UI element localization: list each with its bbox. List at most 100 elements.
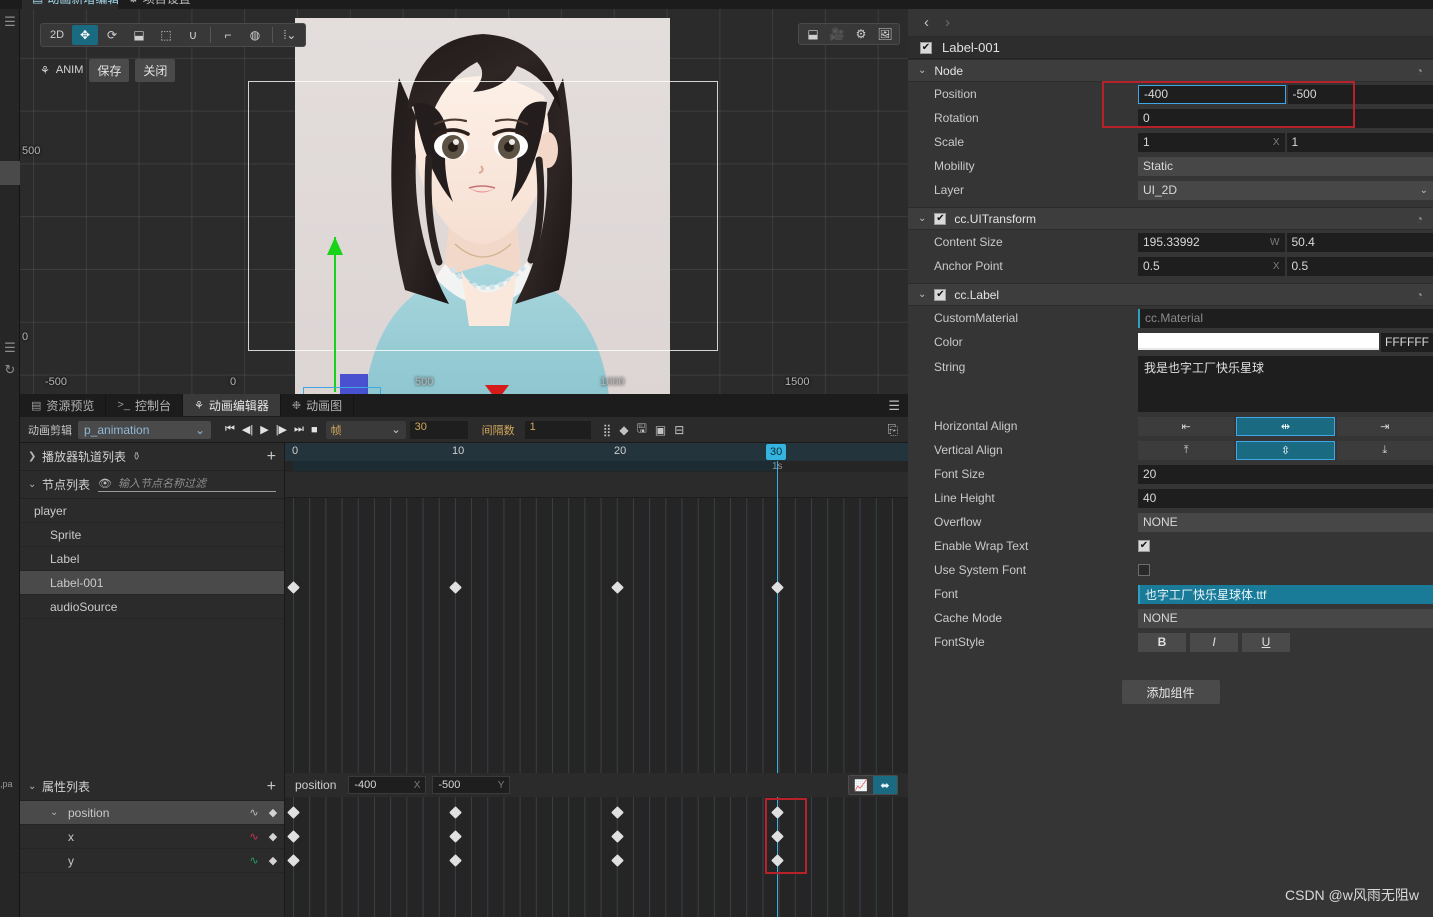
chevron-down-icon[interactable]: ⌄ (918, 213, 926, 224)
anim-tool-icons[interactable]: ⣿ ◆ 🖫 ▣ ⊟ (603, 419, 685, 440)
panel-menu-icon[interactable]: ☰ (888, 398, 900, 414)
chevron-right-icon[interactable]: ❯ (28, 451, 42, 462)
save-icon[interactable]: 🖫 (637, 419, 647, 440)
keyframe-icon[interactable]: ◆ (262, 806, 284, 819)
node-row-label[interactable]: Label (20, 547, 284, 571)
keyframe-row-position[interactable] (285, 801, 908, 825)
keyframe-icon[interactable] (449, 581, 462, 594)
close-button[interactable]: 关闭 (135, 58, 176, 82)
position-x-field[interactable]: -400 (1138, 84, 1286, 104)
scale-tool-icon[interactable]: ⬓ (126, 25, 152, 45)
keyframe-row-y[interactable] (285, 849, 908, 873)
tab-asset-preview[interactable]: ▤ 资源预览 (20, 394, 107, 416)
content-size-w-field[interactable]: 195.33992 W (1138, 232, 1285, 252)
list-tool-icon[interactable]: ⦙⌄ (277, 25, 303, 45)
property-row-y[interactable]: y ∿ ◆ (20, 849, 284, 873)
custom-material-field[interactable]: cc.Material (1138, 308, 1433, 328)
player-track-list-header[interactable]: ❯ 播放器轨道列表 ⚱ + (20, 443, 284, 471)
step-forward-icon[interactable]: |▶ (276, 423, 287, 436)
timeline[interactable]: 0 10 20 1s 30 (285, 443, 908, 917)
tab-animation-graph[interactable]: ❉ 动画图 (281, 394, 355, 416)
list-icon[interactable]: ⊟ (674, 423, 684, 437)
back-arrow-icon[interactable]: ‹ (924, 14, 929, 31)
node-filter-input[interactable] (117, 477, 276, 490)
font-asset-field[interactable]: 也字工厂快乐星球体.ttf (1138, 584, 1433, 604)
help-icon[interactable]: ◔ (1416, 288, 1423, 302)
terrain-tool-icon[interactable]: ◍ (242, 25, 268, 45)
keyframe-icon[interactable] (287, 806, 300, 819)
forward-arrow-icon[interactable]: › (945, 14, 950, 31)
scene-view-options[interactable]: ⬓ 🎥 ⚙ 🖼 (798, 23, 900, 45)
label-section-header[interactable]: ⌄ ✔ cc.Label ◔ (908, 283, 1433, 306)
grid-icon[interactable]: ⬓ (802, 25, 824, 43)
help-icon[interactable]: ◔ (1416, 212, 1423, 226)
anchor-x-field[interactable]: 0.5 X (1138, 256, 1285, 276)
skip-end-icon[interactable]: ⏭ (294, 423, 304, 436)
scene-toolbar[interactable]: 2D ✥ ⟳ ⬓ ⬚ ∪ ⌐ ◍ ⦙⌄ (40, 23, 306, 47)
scale-y-field[interactable]: 1 (1286, 132, 1433, 152)
timeline-ruler[interactable]: 0 10 20 (285, 443, 908, 461)
mode-2d-button[interactable]: 2D (43, 25, 71, 45)
cache-mode-select[interactable]: NONE (1138, 608, 1433, 628)
node-filter[interactable]: 👁 (98, 477, 276, 492)
gizmo-y-axis[interactable] (334, 237, 336, 392)
align-left-icon[interactable]: ⇤ (1138, 416, 1235, 436)
rect-tool-icon[interactable]: ⬚ (153, 25, 179, 45)
exit-icon[interactable]: ⎘ (888, 422, 898, 438)
node-enabled-checkbox[interactable]: ✔ (920, 41, 932, 54)
playhead-frame-badge[interactable]: 30 (766, 444, 787, 460)
hamburger-icon[interactable]: ☰ (2, 13, 18, 31)
inspector-nav[interactable]: ‹ › (908, 9, 1433, 37)
layers-icon[interactable]: ☰ (2, 339, 18, 357)
keyframe-icon[interactable] (611, 854, 624, 867)
keyframe-row-x[interactable] (285, 825, 908, 849)
layer-select[interactable]: UI_2D ⌄ (1138, 180, 1433, 200)
dope-view-icon[interactable]: ⬌ (873, 776, 897, 794)
image-settings-icon[interactable]: 🖼 (874, 25, 896, 43)
frame-count-input[interactable]: 30 (409, 420, 468, 439)
rotation-field[interactable]: 0 (1138, 108, 1433, 128)
magnet-tool-icon[interactable]: ∪ (180, 25, 206, 45)
fontstyle-group[interactable]: B I U (1138, 632, 1290, 652)
bold-button[interactable]: B (1138, 632, 1186, 652)
align-right-icon[interactable]: ⇥ (1336, 416, 1433, 436)
curve-view-icon[interactable]: 📈 (849, 776, 873, 794)
chevron-down-icon[interactable]: ⌄ (28, 479, 42, 490)
timeline-range-bar[interactable] (293, 461, 778, 471)
time-unit-select[interactable]: 帧 ⌄ (325, 420, 406, 439)
tab-animation-editor[interactable]: ⚘ 动画编辑器 (182, 394, 281, 416)
node-row-sprite[interactable]: Sprite (20, 523, 284, 547)
node-row-label-001[interactable]: Label-001 (20, 571, 284, 595)
keyframe-icon[interactable]: ◆ (619, 423, 628, 437)
view-mode-toggle[interactable]: 📈 ⬌ (848, 775, 898, 795)
position-y-input[interactable]: -500 Y (432, 776, 511, 794)
keyframe-icon[interactable] (449, 806, 462, 819)
keyframe-icon[interactable] (611, 806, 624, 819)
property-row-x[interactable]: x ∿ ◆ (20, 825, 284, 849)
interval-input[interactable]: 1 (524, 420, 591, 439)
node-row-player[interactable]: player (20, 499, 284, 523)
keyframe-icon[interactable] (771, 581, 784, 594)
node-section-header[interactable]: ⌄ Node ◔ (908, 59, 1433, 82)
keyframe-icon[interactable]: ◆ (262, 830, 284, 843)
keyframe-icon[interactable]: ◆ (262, 854, 284, 867)
skip-start-icon[interactable]: ⏮ (225, 423, 235, 436)
horizontal-align-group[interactable]: ⇤ ⇹ ⇥ (1138, 416, 1433, 436)
stop-icon[interactable]: ■ (311, 424, 318, 436)
playback-controls[interactable]: ⏮ ◀| ▶ |▶ ⏭ ■ (225, 423, 318, 436)
label-enabled-checkbox[interactable]: ✔ (934, 288, 947, 301)
align-center-icon[interactable]: ⇹ (1236, 416, 1335, 436)
chevron-down-icon[interactable]: ⌄ (918, 289, 926, 300)
refresh-icon[interactable]: ↻ (2, 361, 18, 379)
gear-icon[interactable]: ⚙ (850, 25, 872, 43)
keyframe-icon[interactable] (611, 830, 624, 843)
mobility-select[interactable]: Static (1138, 156, 1433, 176)
position-y-field[interactable]: -500 (1287, 84, 1433, 104)
eye-icon[interactable]: 👁 (98, 477, 112, 490)
keyframe-icon[interactable] (449, 830, 462, 843)
string-textarea[interactable]: 我是也字工厂快乐星球 (1138, 356, 1433, 412)
uitransform-enabled-checkbox[interactable]: ✔ (934, 212, 947, 225)
use-system-font-checkbox[interactable]: ✔ (1138, 564, 1150, 576)
content-size-h-field[interactable]: 50.4 (1286, 232, 1433, 252)
vertical-align-group[interactable]: ⤒ ⇳ ⤓ (1138, 440, 1433, 460)
